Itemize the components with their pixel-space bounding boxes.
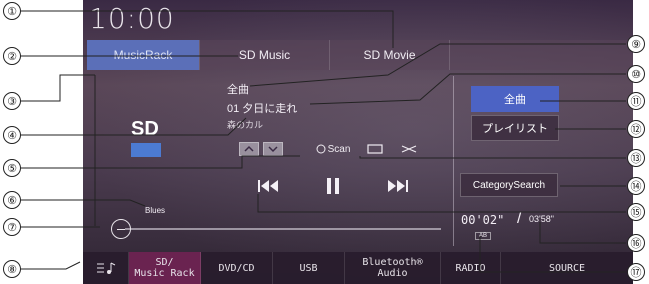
source-bluetooth-audio[interactable]: Bluetooth® Audio <box>345 252 441 284</box>
callout-2: ② <box>3 47 21 65</box>
callout-7: ⑦ <box>3 218 21 236</box>
progress-knob[interactable] <box>111 219 131 239</box>
prev-folder-button[interactable] <box>239 142 259 156</box>
sd-icon-bar <box>131 143 161 157</box>
next-folder-button[interactable] <box>263 142 283 156</box>
source-usb[interactable]: USB <box>273 252 345 284</box>
random-button[interactable] <box>399 142 419 156</box>
ab-badge: AB <box>475 232 492 240</box>
track-artist: 森のカル <box>227 120 264 130</box>
source-bar: SD/ Music Rack DVD/CD USB Bluetooth® Aud… <box>83 252 633 284</box>
track-category: 全曲 <box>227 84 249 96</box>
elapsed-time: 00'02" <box>461 213 505 227</box>
scan-icon <box>316 144 326 154</box>
source-radio[interactable]: RADIO <box>441 252 501 284</box>
audio-screen: 10:00 MusicRack SD Music SD Movie 全曲 01 … <box>83 0 633 284</box>
callout-5: ⑤ <box>3 159 21 177</box>
callout-9: ⑨ <box>627 35 645 53</box>
callout-15: ⑮ <box>627 203 645 221</box>
callout-1: ① <box>3 2 21 20</box>
pause-button[interactable] <box>319 175 347 197</box>
callout-13: ⑬ <box>627 149 645 167</box>
repeat-icon <box>367 144 383 154</box>
tab-sd-movie[interactable]: SD Movie <box>329 40 449 70</box>
progress-track[interactable] <box>125 228 441 230</box>
source-dvd-cd[interactable]: DVD/CD <box>201 252 273 284</box>
callout-17: ⑰ <box>627 263 645 281</box>
callout-11: ⑪ <box>627 92 645 110</box>
knob-mark <box>117 228 125 230</box>
callout-8: ⑧ <box>3 260 21 278</box>
pause-icon <box>327 178 339 194</box>
callout-14: ⑭ <box>627 177 645 195</box>
skip-forward-icon <box>388 180 408 192</box>
repeat-button[interactable] <box>365 142 385 156</box>
shuffle-icon <box>401 145 417 153</box>
clock: 10:00 <box>89 2 175 35</box>
callout-10: ⑩ <box>627 65 645 83</box>
callout-6: ⑥ <box>3 191 21 209</box>
genre-label: Blues <box>145 206 166 215</box>
manual-figure: 10:00 MusicRack SD Music SD Movie 全曲 01 … <box>0 0 649 284</box>
equalizer-music-icon <box>96 262 115 274</box>
callout-16: ⑯ <box>627 234 645 252</box>
divider <box>453 76 454 246</box>
callout-4: ④ <box>3 126 21 144</box>
tab-empty <box>449 40 633 70</box>
callout-3: ③ <box>3 92 21 110</box>
previous-track-button[interactable] <box>255 175 283 197</box>
settings-button[interactable] <box>83 252 129 284</box>
tab-sd-music[interactable]: SD Music <box>199 40 329 70</box>
chevron-up-icon <box>244 145 254 152</box>
chevron-down-icon <box>268 146 278 153</box>
skip-back-icon <box>258 180 278 192</box>
time-separator: / <box>517 210 522 227</box>
next-track-button[interactable] <box>383 175 411 197</box>
sd-media-icon: SD <box>131 118 175 158</box>
tab-music-rack[interactable]: MusicRack <box>87 40 199 70</box>
all-songs-button[interactable]: 全曲 <box>471 86 559 112</box>
source-button[interactable]: SOURCE <box>501 252 633 284</box>
scan-button[interactable]: Scan <box>309 141 357 157</box>
source-sd-music-rack[interactable]: SD/ Music Rack <box>129 252 201 284</box>
total-time: 03'58" <box>529 214 554 224</box>
track-title: 01 夕日に走れ <box>227 103 298 115</box>
category-search-button[interactable]: CategorySearch <box>460 173 558 197</box>
playlist-button[interactable]: プレイリスト <box>471 115 559 141</box>
callout-12: ⑫ <box>627 120 645 138</box>
